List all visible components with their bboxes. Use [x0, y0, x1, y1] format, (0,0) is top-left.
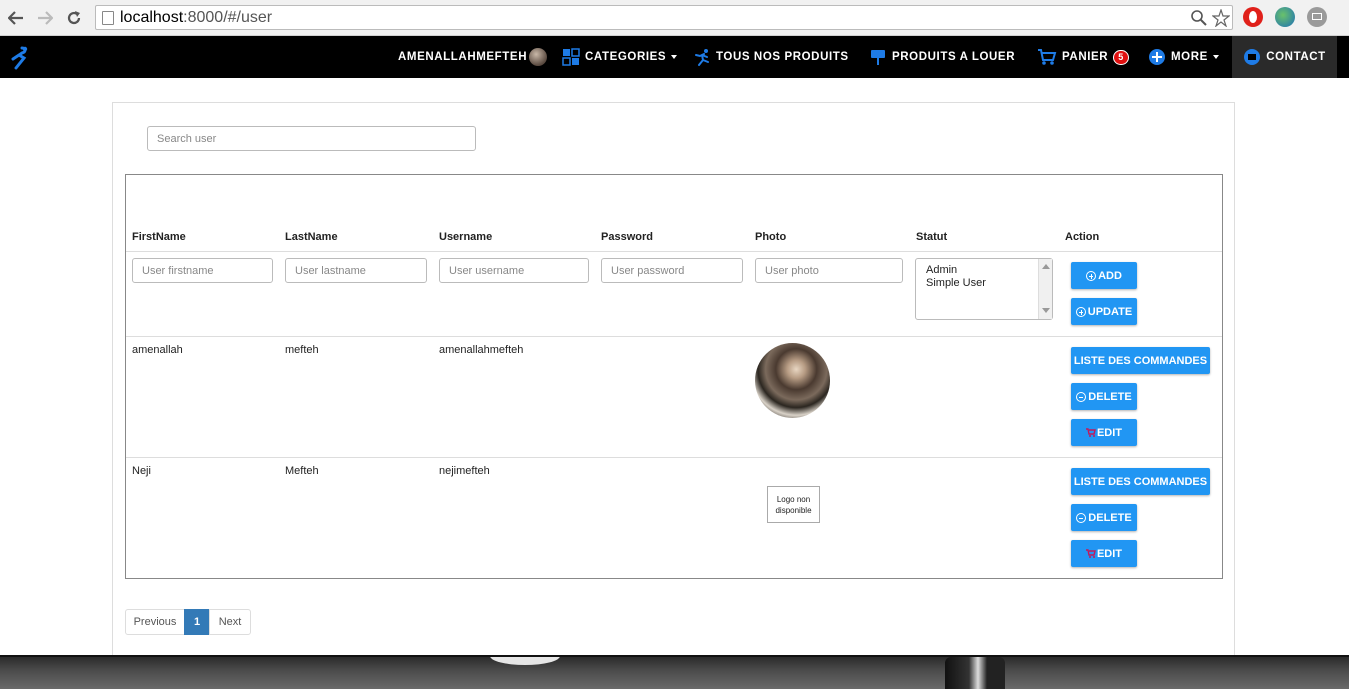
orders-button-label: LISTE DES COMMANDES	[1073, 475, 1208, 488]
header-lastname: LastName	[285, 231, 338, 243]
row1-lastname: mefteh	[285, 344, 319, 356]
browser-chrome: localhost:8000/#/user	[0, 0, 1349, 36]
minus-circle-icon	[1076, 512, 1087, 523]
firstname-field[interactable]	[132, 258, 273, 283]
statut-option-simple-user[interactable]: Simple User	[926, 277, 986, 289]
zoom-icon[interactable]	[1190, 9, 1208, 27]
nav-contact-label: CONTACT	[1266, 51, 1326, 63]
photo-field[interactable]	[755, 258, 903, 283]
page-icon	[102, 11, 114, 25]
chevron-down-icon	[671, 55, 678, 59]
header-photo: Photo	[755, 231, 787, 243]
contact-icon	[1244, 49, 1261, 65]
username-field[interactable]	[439, 258, 589, 283]
row1-avatar	[755, 343, 830, 418]
statut-option-admin[interactable]: Admin	[926, 264, 957, 276]
search-input[interactable]	[147, 126, 476, 151]
row2-username: nejimefteh	[439, 465, 490, 477]
row1-firstname: amenallah	[132, 344, 183, 356]
nav-more-label: MORE	[1171, 51, 1208, 63]
delete-button-label: DELETE	[1088, 390, 1132, 403]
nav-contact[interactable]: CONTACT	[1232, 36, 1337, 78]
row1-username: amenallahmefteh	[439, 344, 524, 356]
header-username: Username	[439, 231, 493, 243]
sign-icon	[871, 50, 885, 65]
delete-button-label: DELETE	[1088, 511, 1132, 524]
update-button-label: UPDATE	[1087, 305, 1133, 318]
globe-icon[interactable]	[1275, 7, 1295, 27]
pagination-next[interactable]: Next	[209, 609, 251, 635]
header-password: Password	[601, 231, 653, 243]
address-bar[interactable]: localhost:8000/#/user	[95, 5, 1233, 30]
nav-rent[interactable]: PRODUITS A LOUER	[869, 36, 1015, 78]
url-path: :8000/#/user	[183, 9, 273, 26]
edit-button-label: EDIT	[1096, 426, 1123, 439]
orders-button-label: LISTE DES COMMANDES	[1073, 354, 1208, 367]
url-host: localhost	[120, 9, 184, 26]
header-firstname: FirstName	[132, 231, 186, 243]
cart-icon	[1038, 49, 1057, 65]
plus-circle-icon	[1075, 306, 1086, 317]
nav-user-label: AMENALLAHMEFTEH	[398, 51, 528, 63]
cart-edit-icon	[1085, 428, 1096, 437]
runner-icon	[695, 49, 709, 66]
add-button-label: ADD	[1098, 269, 1122, 282]
password-field[interactable]	[601, 258, 743, 283]
plus-circle-icon	[1086, 270, 1097, 281]
cart-edit-icon	[1085, 549, 1096, 558]
minus-circle-icon	[1076, 391, 1087, 402]
nav-categories[interactable]: CATEGORIES	[562, 36, 678, 78]
nav-cart-label: PANIER	[1062, 51, 1109, 63]
pagination-page-1[interactable]: 1	[184, 609, 210, 635]
cart-count-badge: 5	[1113, 49, 1129, 65]
edit-button-label: EDIT	[1096, 547, 1123, 560]
row1-delete-button[interactable]: DELETE	[1071, 383, 1137, 410]
star-icon[interactable]	[1212, 9, 1230, 27]
back-icon[interactable]	[6, 8, 26, 28]
chevron-down-icon	[1212, 55, 1219, 59]
reload-icon[interactable]	[64, 8, 84, 28]
header-action: Action	[1065, 231, 1100, 243]
categories-icon	[562, 48, 580, 66]
row2-orders-button[interactable]: LISTE DES COMMANDES	[1071, 468, 1210, 495]
lastname-field[interactable]	[285, 258, 427, 283]
nav-categories-label: CATEGORIES	[585, 51, 667, 63]
row2-delete-button[interactable]: DELETE	[1071, 504, 1137, 531]
forward-icon[interactable]	[35, 8, 55, 28]
user-avatar	[529, 48, 548, 66]
header-statut: Statut	[916, 231, 948, 243]
nav-products[interactable]: TOUS NOS PRODUITS	[693, 36, 849, 78]
background-shape	[945, 657, 1005, 689]
row2-edit-button[interactable]: EDIT	[1071, 540, 1137, 567]
nav-rent-label: PRODUITS A LOUER	[892, 51, 1016, 63]
divider	[126, 251, 1222, 252]
divider	[126, 457, 1222, 458]
statut-select[interactable]: Admin Simple User	[915, 258, 1053, 320]
nav-cart[interactable]: PANIER 5	[1037, 36, 1129, 78]
mail-icon[interactable]	[1307, 7, 1327, 27]
background-shape	[490, 657, 560, 665]
row2-logo-placeholder: Logo non disponible	[767, 486, 820, 523]
row2-lastname: Mefteh	[285, 465, 319, 477]
nav-products-label: TOUS NOS PRODUITS	[716, 51, 849, 63]
row2-firstname: Neji	[132, 465, 151, 477]
background-image-strip	[0, 655, 1349, 689]
divider	[126, 336, 1222, 337]
url-text: localhost:8000/#/user	[120, 9, 272, 27]
navbar: AMENALLAHMEFTEH CATEGORIES TOUS NOS PROD…	[0, 36, 1349, 78]
nav-user[interactable]: AMENALLAHMEFTEH	[398, 36, 548, 78]
nav-more[interactable]: MORE	[1148, 36, 1219, 78]
opera-icon[interactable]	[1243, 7, 1263, 27]
statut-scrollbar[interactable]	[1038, 259, 1052, 319]
update-button[interactable]: UPDATE	[1071, 298, 1137, 325]
row1-edit-button[interactable]: EDIT	[1071, 419, 1137, 446]
brand-logo-icon[interactable]	[10, 46, 32, 70]
add-button[interactable]: ADD	[1071, 262, 1137, 289]
pagination-previous[interactable]: Previous	[125, 609, 185, 635]
row1-orders-button[interactable]: LISTE DES COMMANDES	[1071, 347, 1210, 374]
plus-circle-icon	[1149, 49, 1165, 65]
